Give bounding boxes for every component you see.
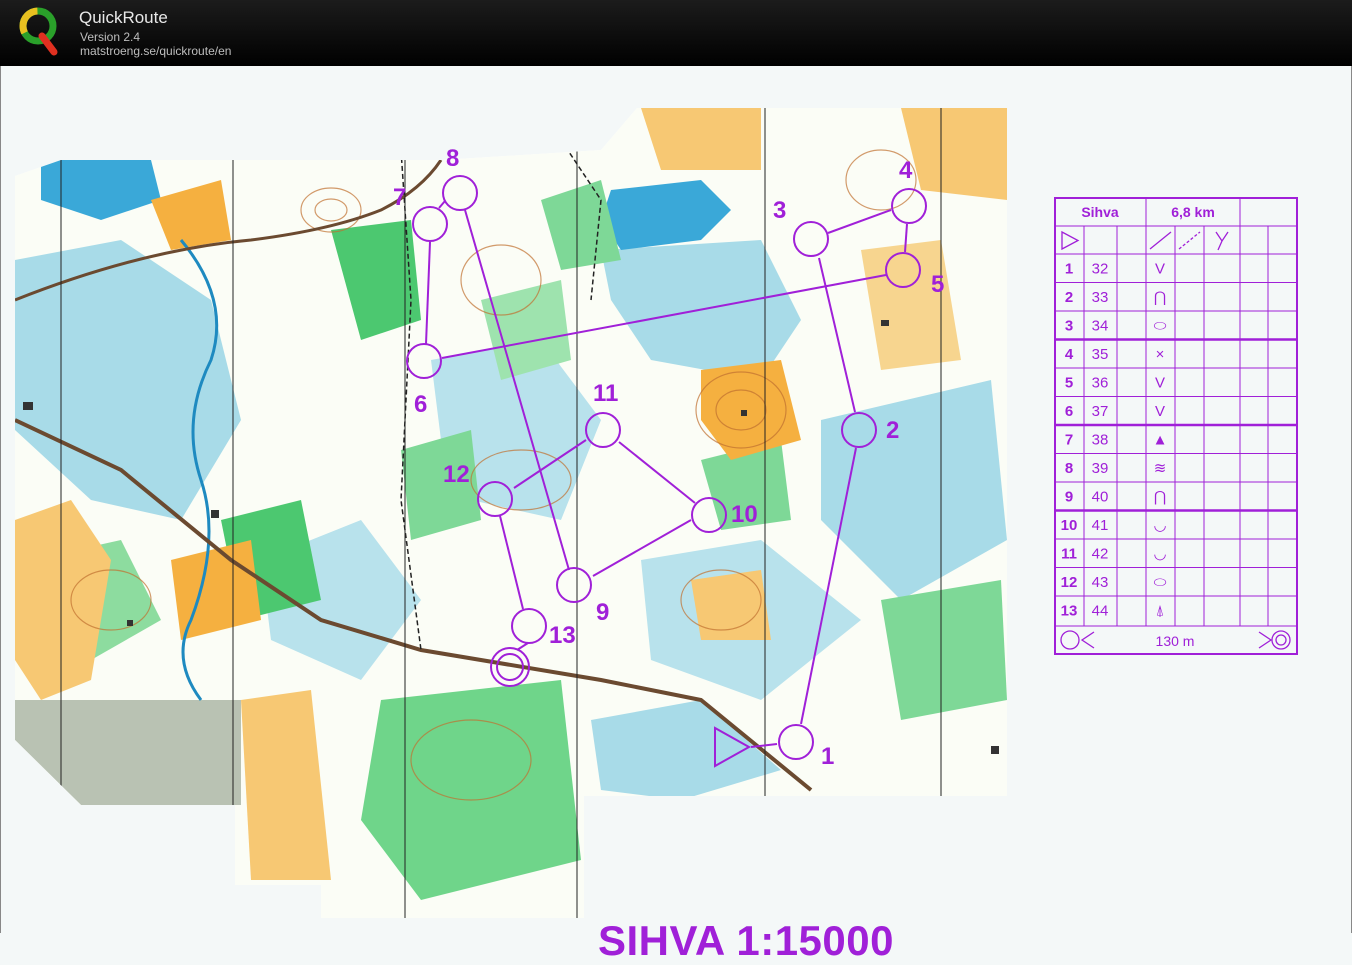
control-number: 11 (1061, 545, 1077, 562)
feature-symbol: V (1155, 403, 1165, 420)
description-rows: 1 32 V 2 33 ⋂ 3 34 ⬭ 4 35 × 5 36 V 6 37 V 7 38 ▲ 8 39 ≋ 9 40 ⋂ 10 41… (1061, 260, 1168, 619)
app-version: Version 2.4 (80, 30, 141, 44)
control-code: 41 (1092, 517, 1109, 534)
control-number: 9 (1065, 488, 1073, 505)
app-url[interactable]: matstroeng.se/quickroute/en (80, 44, 231, 58)
control-code: 35 (1092, 346, 1109, 363)
feature-symbol: ⋂ (1154, 488, 1166, 505)
control-label: 3 (773, 197, 786, 224)
control-number: 5 (1065, 374, 1073, 391)
control-code: 43 (1092, 574, 1109, 591)
control-label: 4 (899, 157, 913, 184)
control-label: 11 (593, 380, 618, 407)
control-code: 42 (1092, 545, 1109, 562)
control-number: 3 (1065, 317, 1073, 334)
control-number: 12 (1061, 574, 1078, 591)
control-number: 4 (1065, 346, 1074, 363)
feature-symbol: ⬭ (1154, 317, 1167, 334)
quickroute-logo-icon (19, 7, 58, 56)
fork-symbol-icon (1215, 231, 1229, 251)
control-code: 39 (1092, 460, 1109, 477)
feature-symbol: V (1155, 374, 1165, 391)
feature-symbol: ≋ (1154, 460, 1167, 477)
control-code: 44 (1092, 602, 1109, 619)
control-code: 33 (1092, 289, 1109, 306)
app-name: QuickRoute (79, 8, 168, 27)
control-code: 37 (1092, 403, 1109, 420)
path-symbol-icon (1149, 231, 1172, 250)
control-code: 32 (1092, 260, 1109, 277)
finish-distance: 130 m (1156, 633, 1195, 649)
control-number: 8 (1065, 460, 1073, 477)
control-number: 1 (1065, 260, 1073, 277)
map-viewport[interactable]: 1 2 3 4 5 6 7 8 9 10 11 12 13 SIHVA 1:15… (0, 66, 1352, 964)
control-number: 7 (1065, 431, 1073, 448)
feature-symbol: × (1156, 346, 1165, 363)
control-description-sheet: Sihva 6,8 km 1 32 V 2 33 ⋂ 3 34 ⬭ 4 35 × 5 36 V 6 37 V 7 38… (1054, 197, 1298, 655)
feature-symbol: ◡ (1153, 517, 1166, 534)
control-code: 36 (1092, 374, 1109, 391)
feature-symbol: ⍋ (1155, 602, 1164, 619)
finish-arrow-icon (1258, 631, 1273, 649)
control-label: 12 (443, 461, 470, 488)
control-label: 10 (731, 501, 758, 528)
map-title: SIHVA 1:15000 (598, 917, 894, 964)
finish-end-circle-icon (1271, 630, 1291, 650)
control-number: 13 (1061, 602, 1078, 619)
map-terrain (15, 108, 1007, 918)
finish-arrow-icon (1080, 631, 1095, 649)
control-number: 10 (1061, 517, 1078, 534)
control-code: 38 (1092, 431, 1109, 448)
feature-symbol: V (1155, 260, 1165, 277)
control-label: 5 (931, 271, 944, 298)
control-label: 13 (549, 622, 576, 649)
feature-symbol: ▲ (1153, 431, 1168, 448)
course-length: 6,8 km (1171, 204, 1215, 220)
control-code: 34 (1092, 317, 1109, 334)
control-label: 9 (596, 599, 609, 626)
feature-symbol: ⋂ (1154, 289, 1166, 306)
control-label: 1 (821, 743, 834, 770)
finish-start-circle-icon (1060, 630, 1080, 650)
control-label: 2 (886, 417, 899, 444)
feature-symbol: ⬭ (1154, 574, 1167, 591)
control-label: 8 (446, 145, 459, 172)
control-code: 40 (1092, 488, 1109, 505)
feature-symbol: ◡ (1153, 545, 1166, 562)
control-label: 6 (414, 391, 427, 418)
start-symbol-icon (1061, 230, 1080, 251)
track-symbol-icon (1178, 231, 1201, 250)
control-number: 6 (1065, 403, 1073, 420)
event-name: Sihva (1081, 204, 1119, 220)
control-label: 7 (393, 184, 406, 211)
title-bar: QuickRoute Version 2.4 matstroeng.se/qui… (0, 0, 1352, 66)
control-number: 2 (1065, 289, 1073, 306)
